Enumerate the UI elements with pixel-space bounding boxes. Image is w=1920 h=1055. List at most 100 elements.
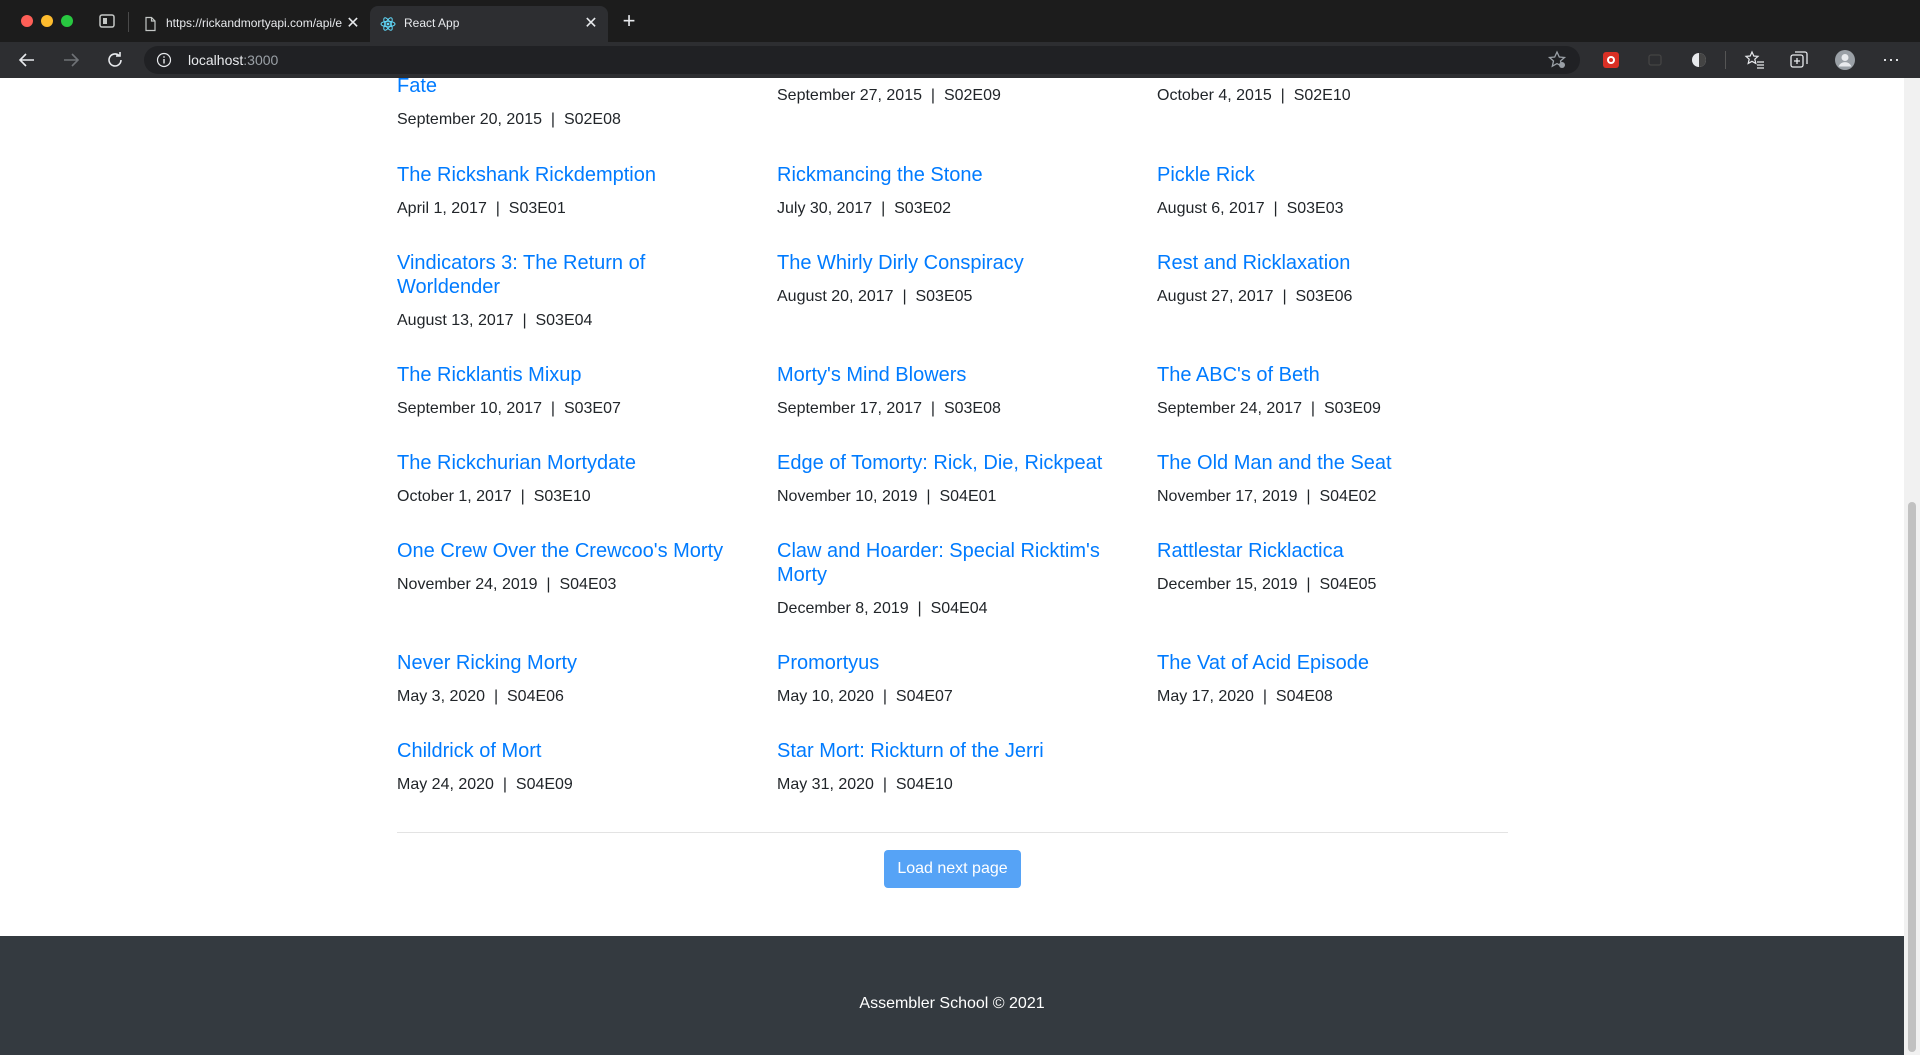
- profile-avatar-icon[interactable]: [1834, 49, 1856, 71]
- meta-separator: |: [893, 288, 916, 305]
- episode-title-link[interactable]: The Ricklantis Mixup: [397, 363, 752, 387]
- episode-meta: May 31, 2020 | S04E10: [777, 775, 1132, 795]
- forward-icon[interactable]: [60, 49, 82, 71]
- close-window-button[interactable]: [21, 15, 33, 27]
- meta-separator: |: [873, 688, 896, 705]
- more-options-icon[interactable]: ⋯: [1880, 49, 1902, 71]
- meta-separator: |: [542, 400, 564, 417]
- url-port: :3000: [243, 52, 279, 68]
- extension-circle-icon[interactable]: [1688, 49, 1710, 71]
- episode-title-link[interactable]: Childrick of Mort: [397, 739, 752, 763]
- episode-title-link[interactable]: Morty's Mind Blowers: [777, 363, 1132, 387]
- extension-dim-icon[interactable]: [1644, 49, 1666, 71]
- episode-title-link[interactable]: Fate: [397, 78, 752, 98]
- episode-date: October 1, 2017: [397, 488, 512, 505]
- episode-date: May 17, 2020: [1157, 688, 1254, 705]
- close-tab-icon[interactable]: ✕: [344, 15, 362, 33]
- close-tab-icon[interactable]: ✕: [582, 15, 600, 33]
- extension-red-icon[interactable]: [1600, 49, 1622, 71]
- episode-date: December 8, 2019: [777, 600, 909, 617]
- episode-date: May 10, 2020: [777, 688, 874, 705]
- episode-code: S03E09: [1323, 400, 1381, 417]
- episode-title-link[interactable]: Rattlestar Ricklactica: [1157, 539, 1512, 563]
- episode-date: September 17, 2017: [777, 400, 922, 417]
- episode-date: September 27, 2015: [777, 87, 922, 104]
- episode-code: S04E09: [515, 776, 573, 793]
- episode-code: S04E07: [895, 688, 953, 705]
- site-info-icon[interactable]: [156, 52, 172, 68]
- episode-meta: October 4, 2015 | S02E10: [1157, 86, 1512, 106]
- episode-title-link[interactable]: The Rickshank Rickdemption: [397, 163, 752, 187]
- episode-date: April 1, 2017: [397, 200, 487, 217]
- episode-code: S03E07: [563, 400, 621, 417]
- episode-title-link[interactable]: Edge of Tomorty: Rick, Die, Rickpeat: [777, 451, 1132, 475]
- episode-date: August 20, 2017: [777, 288, 894, 305]
- episode-meta: May 17, 2020 | S04E08: [1157, 687, 1512, 707]
- episode-title-link[interactable]: Pickle Rick: [1157, 163, 1512, 187]
- tab-api-episode[interactable]: https://rickandmortyapi.com/api/episode …: [132, 6, 366, 42]
- episode-date: May 31, 2020: [777, 776, 874, 793]
- tab-title: React App: [404, 16, 460, 30]
- footer-copyright: Assembler School © 2021: [859, 995, 1045, 1012]
- episode-meta: October 1, 2017 | S03E10: [397, 487, 752, 507]
- episode-code: S03E04: [535, 312, 593, 329]
- tab-actions-icon[interactable]: [98, 13, 116, 29]
- page-footer: Assembler School © 2021: [0, 936, 1904, 1055]
- episode-card: Rest and Ricklaxation August 27, 2017 | …: [1157, 251, 1512, 307]
- episode-title-link[interactable]: One Crew Over the Crewcoo's Morty: [397, 539, 752, 563]
- episode-title-link[interactable]: The ABC's of Beth: [1157, 363, 1512, 387]
- episode-meta: September 17, 2017 | S03E08: [777, 399, 1132, 419]
- add-favorite-icon[interactable]: [1546, 49, 1568, 71]
- episode-code: S02E09: [943, 87, 1001, 104]
- favorites-icon[interactable]: [1744, 49, 1766, 71]
- new-tab-icon[interactable]: +: [618, 10, 640, 33]
- vertical-scrollbar[interactable]: [1904, 78, 1920, 1055]
- minimize-window-button[interactable]: [41, 15, 53, 27]
- back-icon[interactable]: [16, 49, 38, 71]
- episode-title-link[interactable]: The Vat of Acid Episode: [1157, 651, 1512, 675]
- episode-code: S03E05: [915, 288, 973, 305]
- episode-meta: August 6, 2017 | S03E03: [1157, 199, 1512, 219]
- episode-card: Rickmancing the Stone July 30, 2017 | S0…: [777, 163, 1132, 219]
- episode-title-link[interactable]: Rest and Ricklaxation: [1157, 251, 1512, 275]
- collections-icon[interactable]: [1788, 49, 1810, 71]
- episode-card: The Vat of Acid Episode May 17, 2020 | S…: [1157, 651, 1512, 707]
- episode-meta: November 10, 2019 | S04E01: [777, 487, 1132, 507]
- episode-title-link[interactable]: Promortyus: [777, 651, 1132, 675]
- browser-chrome: https://rickandmortyapi.com/api/episode …: [0, 0, 1920, 78]
- react-icon: [380, 16, 396, 32]
- episode-card: The Rickshank Rickdemption April 1, 2017…: [397, 163, 752, 219]
- episode-card: Never Ricking Morty May 3, 2020 | S04E06: [397, 651, 752, 707]
- episode-title-link[interactable]: The Whirly Dirly Conspiracy: [777, 251, 1132, 275]
- episode-date: August 27, 2017: [1157, 288, 1274, 305]
- episode-meta: December 15, 2019 | S04E05: [1157, 575, 1512, 595]
- episode-code: S03E03: [1286, 200, 1344, 217]
- meta-separator: |: [917, 488, 940, 505]
- episode-title-link[interactable]: Star Mort: Rickturn of the Jerri: [777, 739, 1132, 763]
- meta-separator: |: [872, 200, 895, 217]
- episode-title-link[interactable]: Rickmancing the Stone: [777, 163, 1132, 187]
- episode-meta: July 30, 2017 | S03E02: [777, 199, 1132, 219]
- reload-icon[interactable]: [104, 49, 126, 71]
- tab-react-app[interactable]: React App ✕: [370, 6, 608, 42]
- meta-separator: |: [537, 576, 560, 593]
- episode-card: The Rickchurian Mortydate October 1, 201…: [397, 451, 752, 507]
- episode-meta: August 20, 2017 | S03E05: [777, 287, 1132, 307]
- load-next-page-button[interactable]: Load next page: [884, 850, 1021, 888]
- scrollbar-thumb[interactable]: [1908, 502, 1916, 1052]
- episode-meta: November 17, 2019 | S04E02: [1157, 487, 1512, 507]
- episode-card: Vindicators 3: The Return of Worldender …: [397, 251, 752, 331]
- episode-title-link[interactable]: Claw and Hoarder: Special Ricktim's Mort…: [777, 539, 1107, 587]
- page-viewport: Fate September 20, 2015 | S02E08 Septemb…: [0, 78, 1904, 1055]
- maximize-window-button[interactable]: [61, 15, 73, 27]
- episode-date: May 3, 2020: [397, 688, 486, 705]
- episode-title-link[interactable]: Never Ricking Morty: [397, 651, 752, 675]
- episode-title-link[interactable]: Vindicators 3: The Return of Worldender: [397, 251, 697, 299]
- meta-separator: |: [1264, 200, 1287, 217]
- address-bar[interactable]: localhost:3000: [144, 46, 1580, 74]
- episode-meta: November 24, 2019 | S04E03: [397, 575, 752, 595]
- episode-title-link[interactable]: The Rickchurian Mortydate: [397, 451, 752, 475]
- episode-date: September 10, 2017: [397, 400, 542, 417]
- episode-title-link[interactable]: The Old Man and the Seat: [1157, 451, 1512, 475]
- episode-code: S04E10: [895, 776, 953, 793]
